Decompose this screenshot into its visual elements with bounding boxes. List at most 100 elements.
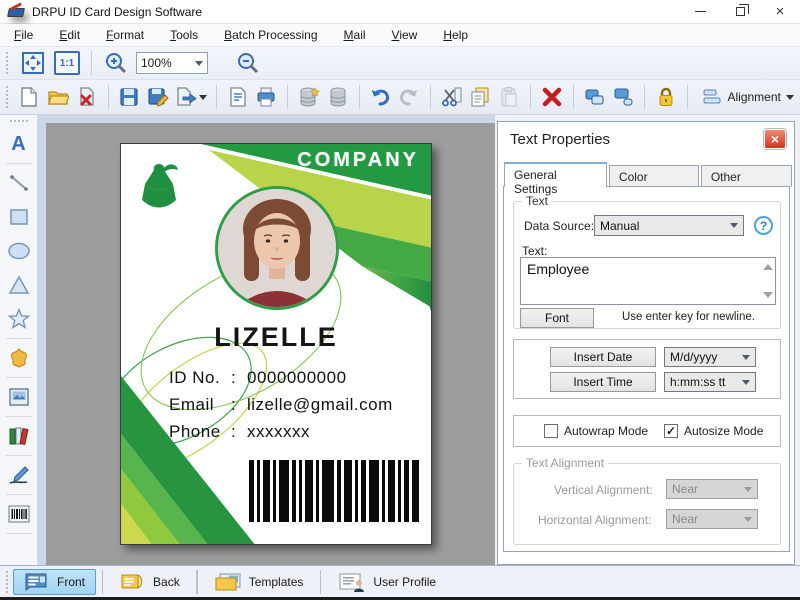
card-field-phone[interactable]: Phone : xxxxxxx bbox=[169, 418, 393, 445]
alignment-button[interactable]: Alignment bbox=[696, 83, 799, 111]
library-tool[interactable] bbox=[4, 419, 34, 453]
print-preview-button[interactable] bbox=[226, 83, 250, 111]
zoom-out-button[interactable] bbox=[234, 49, 262, 77]
card-barcode[interactable] bbox=[249, 460, 421, 522]
close-button[interactable]: × bbox=[760, 0, 800, 23]
templates-label: Templates bbox=[248, 574, 304, 589]
text-tool[interactable]: A bbox=[4, 127, 34, 161]
time-format-select[interactable]: h:mm:ss tt bbox=[664, 372, 756, 392]
zoom-level-value: 100% bbox=[141, 56, 172, 70]
export-button[interactable] bbox=[175, 83, 207, 111]
new-document-button[interactable] bbox=[17, 83, 41, 111]
save-as-button[interactable] bbox=[146, 83, 170, 111]
back-view-button[interactable]: Back bbox=[109, 569, 191, 595]
lock-button[interactable] bbox=[654, 83, 678, 111]
zoom-in-button[interactable] bbox=[102, 49, 130, 77]
scroll-down-icon[interactable] bbox=[763, 292, 773, 298]
card-holder-name[interactable]: LIZELLE bbox=[121, 322, 431, 353]
paste-icon bbox=[501, 87, 517, 107]
id-card-preview[interactable]: COMPANY LIZELLE ID No.: 0000000000 Emai… bbox=[120, 143, 432, 545]
open-button[interactable] bbox=[46, 83, 70, 111]
paste-button[interactable] bbox=[497, 83, 521, 111]
signature-tool[interactable] bbox=[4, 458, 34, 492]
copy-button[interactable] bbox=[469, 83, 493, 111]
group-button[interactable] bbox=[583, 83, 607, 111]
templates-button[interactable]: Templates bbox=[203, 569, 315, 595]
autowrap-checkbox-box[interactable] bbox=[544, 424, 558, 438]
minimize-button[interactable] bbox=[680, 0, 720, 23]
toolbar-grip bbox=[5, 51, 9, 75]
text-groupbox-legend: Text bbox=[522, 194, 553, 208]
menu-edit[interactable]: Edit bbox=[59, 28, 80, 42]
actual-size-button[interactable]: 1:1 bbox=[53, 49, 81, 77]
card-field-email[interactable]: Email : lizelle@gmail.com bbox=[169, 391, 393, 418]
autosize-mode-checkbox[interactable]: ✓ Autosize Mode bbox=[664, 424, 763, 438]
palette-separator bbox=[5, 163, 32, 164]
data-source-select[interactable]: Manual bbox=[594, 215, 744, 236]
insert-date-button[interactable]: Insert Date bbox=[550, 347, 656, 367]
tab-color-settings[interactable]: Color Settings bbox=[608, 165, 699, 198]
ellipse-tool[interactable] bbox=[4, 234, 34, 268]
card-phone-value: xxxxxxx bbox=[247, 421, 310, 441]
save-button[interactable] bbox=[117, 83, 141, 111]
triangle-tool[interactable] bbox=[4, 268, 34, 302]
menu-tools[interactable]: Tools bbox=[170, 28, 198, 42]
autosize-checkbox-box[interactable]: ✓ bbox=[664, 424, 678, 438]
fit-to-window-button[interactable] bbox=[19, 49, 47, 77]
card-photo[interactable] bbox=[215, 186, 339, 310]
menu-file[interactable]: File bbox=[14, 28, 33, 42]
zoom-level-select[interactable]: 100% bbox=[136, 52, 208, 74]
design-canvas[interactable]: COMPANY LIZELLE ID No.: 0000000000 Emai… bbox=[38, 115, 495, 565]
undo-icon bbox=[372, 89, 390, 106]
rectangle-tool-icon bbox=[9, 209, 28, 225]
tab-other-settings[interactable]: Other Settings bbox=[700, 165, 792, 198]
card-field-id[interactable]: ID No. : 0000000000 bbox=[169, 364, 393, 391]
cut-button[interactable] bbox=[440, 83, 464, 111]
menu-view[interactable]: View bbox=[392, 28, 418, 42]
date-format-select[interactable]: M/d/yyyy bbox=[664, 347, 756, 367]
menu-batch-processing[interactable]: Batch Processing bbox=[224, 28, 317, 42]
print-button[interactable] bbox=[255, 83, 279, 111]
card-fields[interactable]: ID No. : 0000000000 Email : lizelle@gmai… bbox=[169, 364, 393, 445]
toolbar-separator bbox=[572, 85, 574, 109]
delete-document-button[interactable] bbox=[75, 83, 99, 111]
restore-button[interactable] bbox=[720, 0, 760, 23]
bottombar-separator bbox=[320, 569, 322, 594]
vertical-alignment-select: Near bbox=[666, 479, 758, 499]
user-profile-button[interactable]: User Profile bbox=[327, 569, 447, 595]
zoom-out-icon bbox=[238, 53, 259, 74]
undo-button[interactable] bbox=[369, 83, 393, 111]
database-button[interactable] bbox=[326, 83, 350, 111]
rectangle-tool[interactable] bbox=[4, 200, 34, 234]
menu-help[interactable]: Help bbox=[443, 28, 468, 42]
panel-close-button[interactable]: × bbox=[763, 128, 787, 150]
redo-icon bbox=[400, 89, 418, 106]
star-tool[interactable] bbox=[4, 302, 34, 336]
autowrap-mode-checkbox[interactable]: Autowrap Mode bbox=[544, 424, 648, 438]
print-preview-icon bbox=[230, 87, 246, 107]
menu-format[interactable]: Format bbox=[106, 28, 144, 42]
insert-time-button[interactable]: Insert Time bbox=[550, 372, 656, 392]
redo-button[interactable] bbox=[397, 83, 421, 111]
mode-groupbox: Autowrap Mode ✓ Autosize Mode bbox=[513, 415, 781, 447]
menu-mail[interactable]: Mail bbox=[344, 28, 366, 42]
toolbar-separator bbox=[644, 85, 645, 109]
tab-general-settings[interactable]: General Settings bbox=[504, 162, 607, 196]
line-tool[interactable] bbox=[4, 166, 34, 200]
help-icon[interactable]: ? bbox=[754, 216, 773, 235]
front-view-button[interactable]: Front bbox=[13, 568, 97, 595]
panel-tabs: General Settings Color Settings Other Se… bbox=[504, 162, 794, 198]
scroll-up-icon[interactable] bbox=[763, 264, 773, 270]
database-add-button[interactable] bbox=[297, 83, 321, 111]
card-company-name: COMPANY bbox=[297, 149, 419, 171]
barcode-tool[interactable] bbox=[4, 497, 34, 531]
ungroup-button[interactable] bbox=[611, 83, 635, 111]
delete-object-button[interactable] bbox=[540, 83, 564, 111]
image-tool[interactable] bbox=[4, 380, 34, 414]
font-button[interactable]: Font bbox=[520, 308, 594, 328]
text-input[interactable]: Employee bbox=[520, 257, 776, 305]
horizontal-alignment-label: Horizontal Alignment: bbox=[538, 513, 652, 527]
custom-shape-tool[interactable] bbox=[4, 341, 34, 375]
horizontal-alignment-value: Near bbox=[672, 512, 699, 526]
toolbar-separator bbox=[287, 85, 289, 109]
